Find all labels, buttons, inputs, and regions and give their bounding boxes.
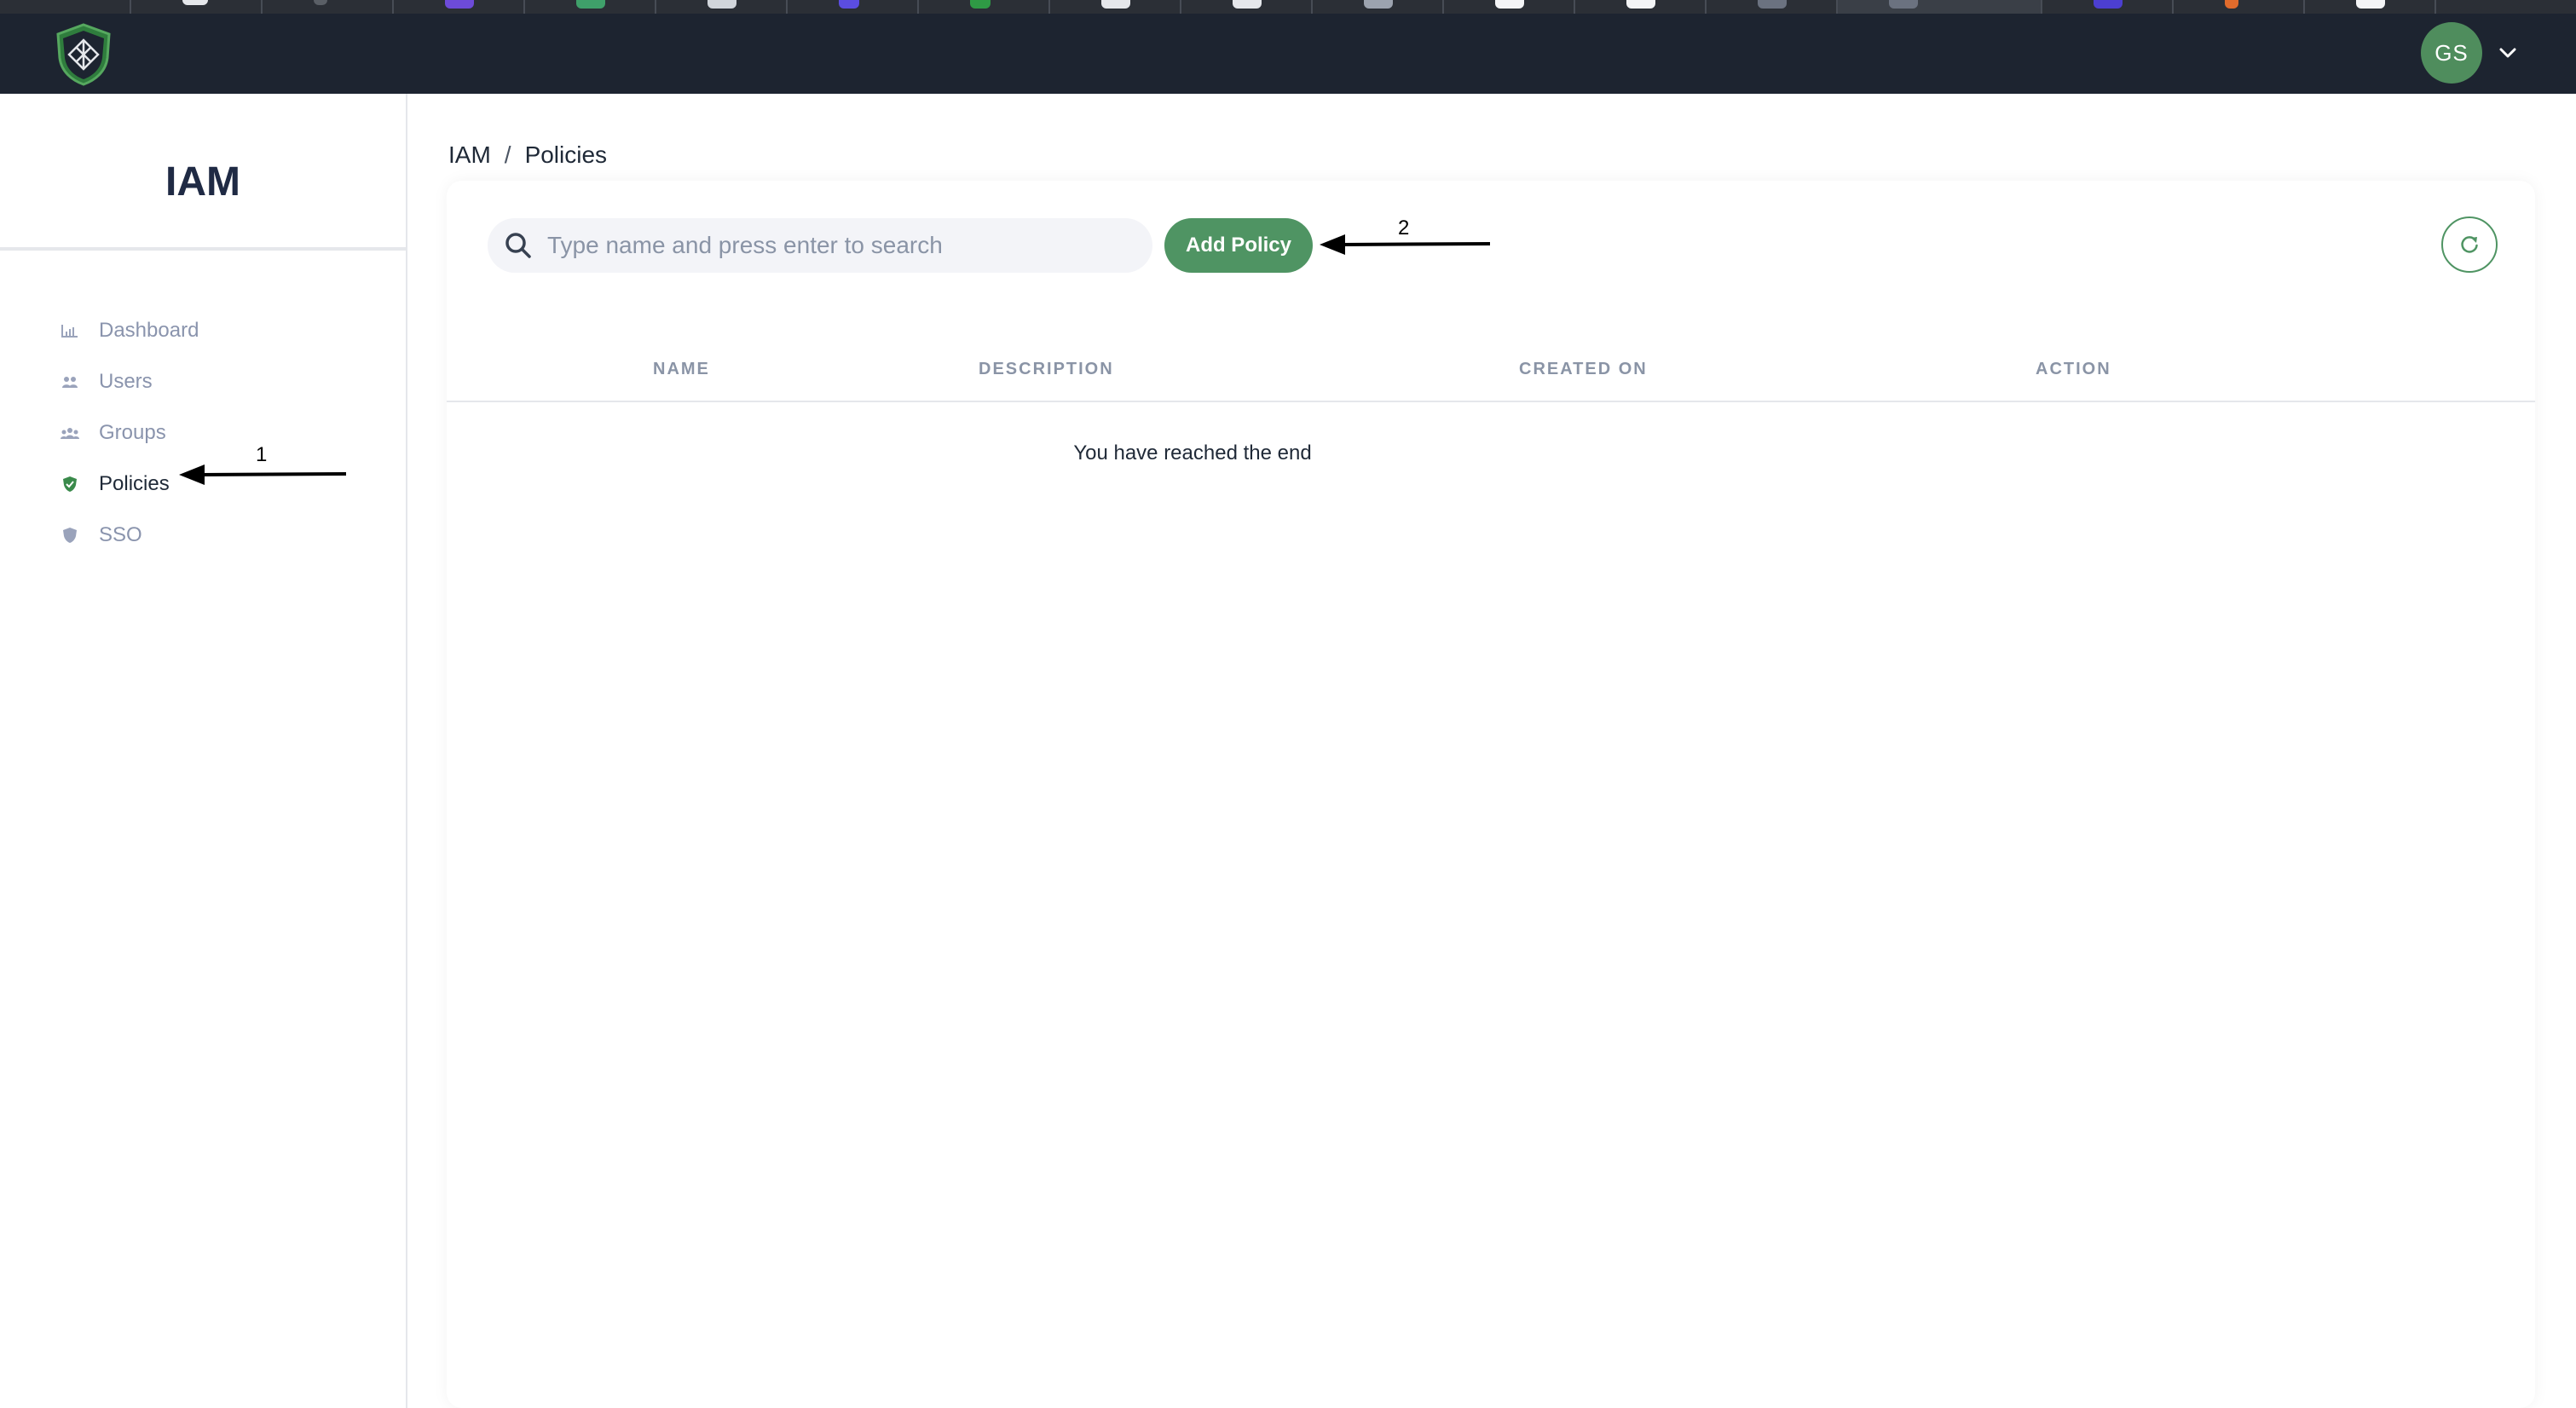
sidebar-item-label: Users xyxy=(99,370,153,393)
sidebar-item-label: Dashboard xyxy=(99,319,199,342)
refresh-icon xyxy=(2461,236,2478,253)
sidebar-item-users[interactable]: Users xyxy=(58,356,199,407)
breadcrumb-root[interactable]: IAM xyxy=(448,141,491,169)
policies-card: Add Policy NAME DESCRIPTION CREATED ON A… xyxy=(447,181,2535,1408)
browser-tab[interactable] xyxy=(394,0,525,14)
sidebar-item-dashboard[interactable]: Dashboard xyxy=(58,305,199,356)
sidebar-divider xyxy=(0,247,406,251)
app-logo-shield-icon[interactable] xyxy=(53,22,114,87)
column-header-action: ACTION xyxy=(2036,360,2111,378)
shield-icon xyxy=(58,523,82,547)
chevron-down-icon[interactable] xyxy=(2498,44,2518,61)
breadcrumb-separator: / xyxy=(504,141,511,168)
sidebar-item-label: SSO xyxy=(99,523,142,546)
shield-check-icon xyxy=(58,472,82,496)
browser-tab-active[interactable] xyxy=(1838,0,2042,14)
sidebar-item-label: Policies xyxy=(99,472,170,495)
breadcrumb: IAM / Policies xyxy=(448,141,607,169)
end-of-list-message: You have reached the end xyxy=(1073,441,1312,465)
search-icon xyxy=(505,233,531,258)
browser-tab[interactable] xyxy=(263,0,394,14)
add-policy-button[interactable]: Add Policy xyxy=(1164,218,1313,273)
browser-tab[interactable] xyxy=(2042,0,2174,14)
column-header-description[interactable]: DESCRIPTION xyxy=(979,360,1114,379)
main-content: IAM / Policies Add Policy NAME DESCRIPTION… xyxy=(407,94,2576,1408)
browser-tab[interactable] xyxy=(0,0,131,14)
search-box[interactable] xyxy=(488,218,1152,273)
browser-tab[interactable] xyxy=(1444,0,1575,14)
browser-tab[interactable] xyxy=(2305,0,2436,14)
browser-tab[interactable] xyxy=(656,0,788,14)
user-initials: GS xyxy=(2434,39,2469,66)
browser-tab[interactable] xyxy=(919,0,1050,14)
breadcrumb-current: Policies xyxy=(524,141,608,168)
annotation-arrow-2 xyxy=(1320,234,1491,255)
sidebar-item-label: Groups xyxy=(99,421,166,444)
browser-tab[interactable] xyxy=(1050,0,1181,14)
annotation-arrow-1 xyxy=(179,465,347,485)
sidebar: IAM Dashboard Users Groups Policies SSO xyxy=(0,94,407,1408)
browser-tab[interactable] xyxy=(1181,0,1313,14)
browser-tab[interactable] xyxy=(525,0,656,14)
groups-icon xyxy=(58,421,82,445)
refresh-button[interactable] xyxy=(2441,216,2498,273)
browser-tab[interactable] xyxy=(788,0,919,14)
column-header-created-on[interactable]: CREATED ON xyxy=(1519,360,1648,379)
browser-tab[interactable] xyxy=(1313,0,1444,14)
bar-chart-icon xyxy=(58,319,82,343)
browser-tab[interactable] xyxy=(1707,0,1838,14)
column-header-name[interactable]: NAME xyxy=(653,360,710,379)
browser-tab[interactable] xyxy=(1575,0,1707,14)
search-input[interactable] xyxy=(547,232,1127,259)
sidebar-item-groups[interactable]: Groups xyxy=(58,407,199,459)
browser-tab-strip xyxy=(0,0,2576,14)
sidebar-nav: Dashboard Users Groups Policies SSO xyxy=(58,305,199,561)
top-app-bar: GS xyxy=(0,14,2576,94)
sidebar-title: IAM xyxy=(165,159,240,205)
sidebar-item-sso[interactable]: SSO xyxy=(58,510,199,561)
browser-tab[interactable] xyxy=(131,0,263,14)
table-header: NAME DESCRIPTION CREATED ON ACTION xyxy=(447,351,2535,402)
browser-tab[interactable] xyxy=(2174,0,2305,14)
user-avatar[interactable]: GS xyxy=(2421,22,2482,84)
users-icon xyxy=(58,370,82,394)
